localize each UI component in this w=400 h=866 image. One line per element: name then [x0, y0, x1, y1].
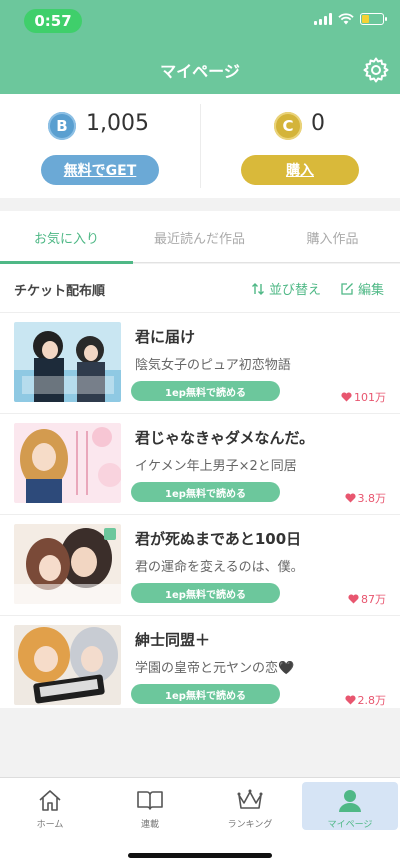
crown-icon	[237, 789, 263, 809]
points-panel: B 1,005 無料でGET C 0 購入	[0, 94, 400, 198]
home-indicator	[128, 853, 272, 858]
battery-icon	[360, 13, 387, 25]
likes-value: 2.8万	[357, 694, 387, 707]
person-icon	[339, 790, 361, 812]
item-subtitle: 君の運命を変えるのは、僕。	[135, 560, 304, 575]
tab-home-label: ホーム	[36, 820, 64, 830]
heart-icon	[341, 392, 352, 402]
likes-value: 101万	[354, 391, 386, 404]
edit-pencil-icon	[341, 282, 353, 295]
cover-thumbnail	[14, 423, 121, 503]
list-item[interactable]: 紳士同盟＋ 学園の皇帝と元ヤンの恋🖤 1ep無料で読める 2.8万	[0, 615, 400, 716]
list-toolbar: チケット配布順 並び替え 編集	[0, 264, 400, 312]
tab-favorites[interactable]: お気に入り	[0, 211, 133, 264]
cover-thumbnail	[14, 322, 121, 402]
item-title: 君が死ぬまであと100日	[135, 530, 302, 548]
wifi-icon	[338, 13, 354, 25]
cover-thumbnail	[14, 524, 121, 604]
sort-button-label: 並び替え	[269, 283, 322, 298]
likes-count: 101万	[341, 389, 386, 405]
likes-count: 3.8万	[344, 490, 387, 506]
bottom-tab-bar: ホーム 連載 ランキング マイページ	[0, 777, 400, 866]
likes-count: 87万	[348, 591, 386, 607]
sort-order-label: チケット配布順	[14, 284, 106, 299]
tab-mypage[interactable]: マイページ	[302, 782, 398, 830]
status-indicators	[314, 13, 387, 25]
free-episode-badge: 1ep無料で読める	[131, 583, 280, 603]
favorites-list: チケット配布順 並び替え 編集 君に届け 陰気女子のピュア初恋物語 1ep無料で…	[0, 264, 400, 708]
bonus-coin-icon: B	[48, 112, 76, 140]
list-item[interactable]: 君が死ぬまであと100日 君の運命を変えるのは、僕。 1ep無料で読める 87万	[0, 514, 400, 615]
tab-series-label: 連載	[140, 820, 159, 830]
book-icon	[137, 791, 163, 810]
heart-icon	[348, 594, 359, 604]
item-title: 君に届け	[135, 328, 196, 346]
status-time: 0:57	[24, 9, 82, 33]
cover-thumbnail	[14, 625, 121, 705]
paid-coin-amount: 0	[311, 111, 325, 136]
buy-coins-button[interactable]: 購入	[241, 155, 359, 185]
tab-mypage-label: マイページ	[327, 820, 373, 830]
likes-count: 2.8万	[344, 692, 387, 708]
tab-ranking[interactable]: ランキング	[202, 782, 298, 830]
home-icon	[39, 790, 61, 811]
item-subtitle: イケメン年上男子×2と同居	[135, 459, 297, 474]
free-episode-badge: 1ep無料で読める	[131, 684, 280, 704]
app-header: 0:57 マイページ	[0, 0, 400, 94]
item-subtitle: 陰気女子のピュア初恋物語	[135, 358, 291, 373]
list-item[interactable]: 君に届け 陰気女子のピュア初恋物語 1ep無料で読める 101万	[0, 312, 400, 413]
paid-coin-icon: C	[274, 112, 302, 140]
heart-icon	[344, 493, 356, 503]
likes-value: 87万	[361, 593, 386, 606]
list-item[interactable]: 君じゃなきゃダメなんだ。 イケメン年上男子×2と同居 1ep無料で読める 3.8…	[0, 413, 400, 514]
free-episode-badge: 1ep無料で読める	[131, 482, 280, 502]
battery-level	[362, 15, 369, 23]
heart-icon	[344, 695, 356, 705]
sort-arrows-icon	[252, 282, 264, 295]
item-title: 紳士同盟＋	[135, 631, 211, 649]
likes-value: 3.8万	[357, 492, 387, 505]
edit-button[interactable]: 編集	[340, 279, 384, 298]
cellular-signal-icon	[314, 13, 332, 25]
page-title: マイページ	[160, 62, 240, 81]
tab-series[interactable]: 連載	[102, 782, 198, 830]
points-divider	[200, 104, 201, 188]
sort-button[interactable]: 並び替え	[251, 279, 321, 298]
bonus-point-amount: 1,005	[86, 111, 149, 136]
free-episode-badge: 1ep無料で読める	[131, 381, 280, 401]
tab-ranking-label: ランキング	[227, 820, 273, 830]
get-free-points-button[interactable]: 無料でGET	[41, 155, 159, 185]
tab-home[interactable]: ホーム	[2, 782, 98, 830]
item-title: 君じゃなきゃダメなんだ。	[135, 429, 315, 447]
edit-button-label: 編集	[358, 283, 385, 298]
tab-purchased[interactable]: 購入作品	[266, 211, 399, 263]
tab-recently-read[interactable]: 最近読んだ作品	[133, 211, 266, 263]
library-tabs: お気に入り 最近読んだ作品 購入作品	[0, 211, 400, 264]
settings-gear-icon[interactable]	[362, 56, 390, 84]
item-subtitle: 学園の皇帝と元ヤンの恋🖤	[135, 661, 295, 676]
